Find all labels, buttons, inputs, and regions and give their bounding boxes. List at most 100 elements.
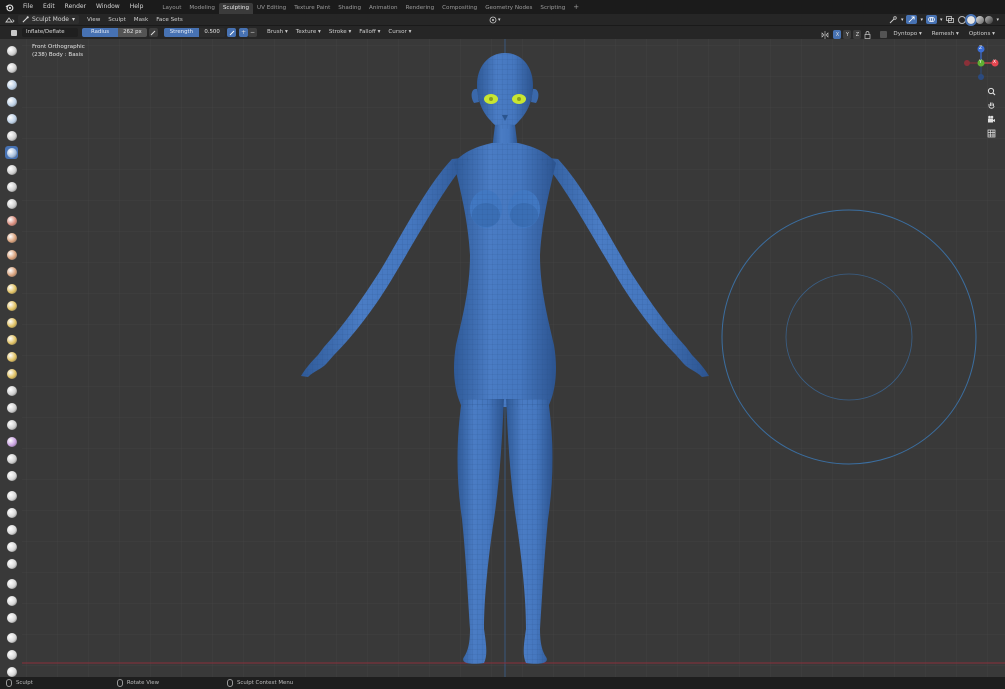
texture-dropdown[interactable]: Texture ▾ [292, 26, 325, 39]
tool-smooth-button[interactable] [5, 197, 18, 210]
tool-edit-face-set-button[interactable] [5, 631, 18, 644]
tool-grab-button[interactable] [5, 299, 18, 312]
tool-fill-button[interactable] [5, 231, 18, 244]
subtract-direction-button[interactable]: − [248, 28, 258, 37]
tab-texture-paint[interactable]: Texture Paint [290, 3, 334, 14]
menu-face-sets[interactable]: Face Sets [152, 14, 187, 26]
symmetry-icon[interactable] [820, 30, 829, 39]
pivot-point-dropdown[interactable]: ▾ [489, 16, 501, 24]
tool-draw-face-sets-button[interactable] [5, 506, 18, 519]
tool-color-filter-button[interactable] [5, 611, 18, 624]
cursor-dropdown[interactable]: Cursor ▾ [384, 26, 415, 39]
tab-compositing[interactable]: Compositing [438, 3, 481, 14]
material-shading-icon[interactable] [976, 15, 985, 24]
tool-slide-relax-button[interactable] [5, 418, 18, 431]
tool-box-face-set-button[interactable] [5, 557, 18, 570]
gizmo-toggle-icon[interactable] [906, 15, 918, 24]
menu-mask[interactable]: Mask [130, 14, 152, 26]
tool-cloth-filter-button[interactable] [5, 594, 18, 607]
3d-viewport[interactable]: Front Orthographic (238) Body : Basis Z … [22, 39, 1005, 677]
strength-pressure-icon[interactable] [227, 28, 237, 37]
tab-modeling[interactable]: Modeling [185, 3, 218, 14]
tab-shading[interactable]: Shading [334, 3, 365, 14]
tab-geometry-nodes[interactable]: Geometry Nodes [481, 3, 536, 14]
menu-file[interactable]: File [18, 0, 38, 14]
menu-view[interactable]: View [83, 14, 104, 26]
navigation-gizmo[interactable]: Z X Y [961, 43, 1001, 83]
tab-uv-editing[interactable]: UV Editing [253, 3, 290, 14]
brush-dropdown[interactable]: Brush ▾ [263, 26, 292, 39]
ortho-grid-icon[interactable] [985, 127, 997, 139]
tab-scripting[interactable]: Scripting [536, 3, 569, 14]
tool-clay-button[interactable] [5, 78, 18, 91]
status-sculpt-label: Sculpt [16, 680, 33, 686]
blender-logo-icon[interactable] [4, 2, 14, 12]
tool-boundary-button[interactable] [5, 435, 18, 448]
tool-crease-button[interactable] [5, 180, 18, 193]
brush-icon[interactable] [0, 29, 18, 37]
rendered-shading-icon[interactable] [985, 15, 994, 24]
falloff-dropdown[interactable]: Falloff ▾ [355, 26, 384, 39]
tool-nudge-button[interactable] [5, 384, 18, 397]
tool-draw-sharp-button[interactable] [5, 61, 18, 74]
menu-sculpt[interactable]: Sculpt [104, 14, 129, 26]
lock-icon[interactable] [863, 30, 872, 39]
tool-inflate-button[interactable] [5, 146, 18, 159]
viewport-info: Front Orthographic (238) Body : Basis [32, 43, 85, 59]
dyntopo-checkbox[interactable] [880, 31, 888, 38]
tool-mesh-filter-button[interactable] [5, 577, 18, 590]
tool-rotate-button[interactable] [5, 401, 18, 414]
edit-face-set-brush-icon [6, 632, 17, 643]
tool-scrape-button[interactable] [5, 248, 18, 261]
tool-snake-hook-button[interactable] [5, 333, 18, 346]
strength-field[interactable]: Strength 0.500 [163, 28, 226, 37]
xray-toggle-icon[interactable] [945, 15, 955, 24]
mesh-filter-brush-icon [6, 578, 17, 589]
add-workspace-button[interactable]: + [569, 0, 583, 14]
tool-blob-button[interactable] [5, 163, 18, 176]
mode-selector[interactable]: Sculpt Mode ▾ [18, 15, 80, 24]
editor-type-icon[interactable] [2, 16, 18, 24]
visibility-icon[interactable] [888, 15, 898, 24]
solid-shading-icon[interactable] [965, 13, 978, 26]
mirror-y-toggle[interactable]: Y [843, 30, 852, 39]
radius-pressure-icon[interactable] [148, 28, 158, 37]
tab-sculpting[interactable]: Sculpting [218, 3, 253, 14]
overlays-toggle-icon[interactable] [925, 15, 937, 24]
menu-window[interactable]: Window [91, 0, 125, 14]
tab-rendering[interactable]: Rendering [402, 3, 439, 14]
tool-box-mask-button[interactable] [5, 523, 18, 536]
tool-pose-button[interactable] [5, 367, 18, 380]
tab-animation[interactable]: Animation [365, 3, 402, 14]
tool-flatten-button[interactable] [5, 214, 18, 227]
add-direction-button[interactable]: + [239, 28, 249, 37]
tool-elastic-deform-button[interactable] [5, 316, 18, 329]
tool-box-hide-button[interactable] [5, 540, 18, 553]
wireframe-shading-icon[interactable] [958, 15, 967, 24]
tab-layout[interactable]: Layout [158, 3, 185, 14]
pan-hand-icon[interactable] [985, 99, 997, 111]
tool-draw-button[interactable] [5, 44, 18, 57]
radius-field[interactable]: Radius 262 px [82, 28, 147, 37]
tool-layer-button[interactable] [5, 129, 18, 142]
menu-render[interactable]: Render [60, 0, 91, 14]
tool-transform-button[interactable] [5, 648, 18, 661]
tool-cloth-button[interactable] [5, 452, 18, 465]
menu-edit[interactable]: Edit [38, 0, 60, 14]
tool-pinch-button[interactable] [5, 282, 18, 295]
box-face-set-brush-icon [6, 558, 17, 569]
tool-clay-thumb-button[interactable] [5, 112, 18, 125]
mirror-x-toggle[interactable]: X [833, 30, 842, 39]
camera-icon[interactable] [985, 113, 997, 125]
mirror-z-toggle[interactable]: Z [853, 30, 862, 39]
tool-multiplane-scrape-button[interactable] [5, 265, 18, 278]
tool-thumb-button[interactable] [5, 350, 18, 363]
tool-clay-strips-button[interactable] [5, 95, 18, 108]
brush-name-field[interactable]: Inflate/Deflate [22, 28, 78, 37]
zoom-icon[interactable] [985, 85, 997, 97]
tool-simplify-button[interactable] [5, 469, 18, 482]
menu-help[interactable]: Help [125, 0, 149, 14]
stroke-dropdown[interactable]: Stroke ▾ [325, 26, 355, 39]
tool-mask-button[interactable] [5, 489, 18, 502]
elastic-deform-brush-icon [6, 317, 17, 328]
